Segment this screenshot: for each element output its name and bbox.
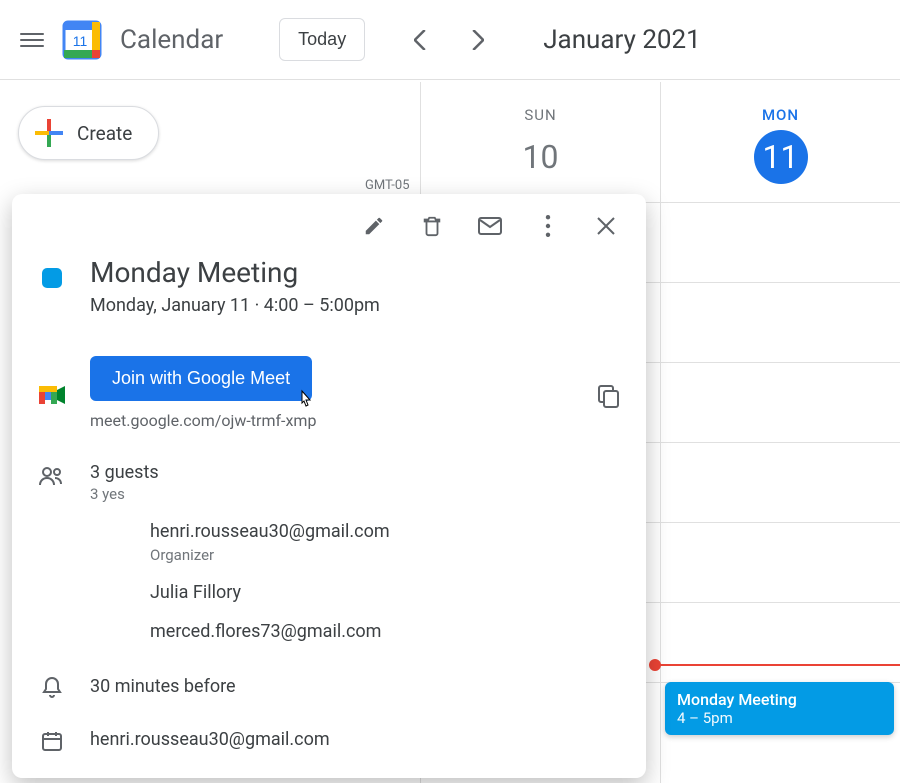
pointer-cursor-icon: [296, 389, 316, 411]
create-button-label: Create: [77, 122, 132, 145]
guest-count: 3 guests: [90, 462, 620, 483]
meet-link-text: meet.google.com/ojw-trmf-xmp: [90, 411, 574, 430]
day-of-week: Sun: [421, 106, 660, 124]
event-title: Monday Meeting: [90, 256, 620, 289]
guest-role: Organizer: [150, 546, 620, 564]
today-button[interactable]: Today: [279, 18, 365, 61]
close-popup-button[interactable]: [592, 212, 620, 240]
guest-list: henri.rousseau30@gmail.com Organizer Jul…: [90, 521, 620, 642]
guests-icon: [38, 462, 66, 486]
day-header: Mon 11: [661, 82, 900, 184]
guest-item[interactable]: Julia Fillory: [150, 582, 620, 603]
app-header: 11 Calendar Today January 2021: [0, 0, 900, 80]
day-of-week: Mon: [661, 106, 900, 124]
day-column-mon[interactable]: Mon 11 Monday Meeting 4 – 5pm: [660, 82, 900, 783]
app-name: Calendar: [120, 25, 223, 55]
guest-yes-count: 3 yes: [90, 485, 620, 503]
join-meet-label: Join with Google Meet: [112, 368, 290, 388]
current-time-dot-icon: [649, 659, 661, 671]
google-meet-icon: [38, 380, 66, 406]
hamburger-menu-icon[interactable]: [20, 28, 44, 52]
calendar-icon: [38, 726, 66, 752]
event-title-row: Monday Meeting Monday, January 11 · 4:00…: [12, 250, 646, 322]
guest-item[interactable]: henri.rousseau30@gmail.com: [150, 521, 620, 542]
svg-text:11: 11: [73, 33, 88, 49]
join-meet-button[interactable]: Join with Google Meet: [90, 356, 312, 401]
calendar-owner: henri.rousseau30@gmail.com: [90, 729, 620, 750]
event-datetime: Monday, January 11 · 4:00 – 5:00pm: [90, 295, 620, 316]
reminder-text: 30 minutes before: [90, 676, 620, 697]
guests-row: 3 guests 3 yes henri.rousseau30@gmail.co…: [12, 456, 646, 652]
event-color-swatch: [42, 268, 62, 288]
email-guests-button[interactable]: [476, 212, 504, 240]
event-chip-title: Monday Meeting: [677, 690, 882, 709]
day-header: Sun 10: [421, 82, 660, 184]
calendar-logo-icon: 11: [60, 18, 104, 62]
timezone-label: GMT-05: [365, 178, 410, 193]
current-date-range: January 2021: [543, 25, 701, 55]
delete-event-button[interactable]: [418, 212, 446, 240]
current-time-indicator: [655, 664, 900, 666]
event-chip-time: 4 – 5pm: [677, 709, 882, 727]
bell-icon: [38, 672, 66, 700]
event-details-popup: Monday Meeting Monday, January 11 · 4:00…: [12, 194, 646, 778]
date-number[interactable]: 10: [514, 130, 568, 184]
create-event-button[interactable]: Create: [18, 106, 159, 160]
popup-toolbar: [12, 194, 646, 250]
calendar-owner-row: henri.rousseau30@gmail.com: [12, 720, 646, 758]
date-number[interactable]: 11: [754, 130, 808, 184]
next-period-button[interactable]: [457, 20, 497, 60]
more-options-button[interactable]: [534, 212, 562, 240]
reminder-row: 30 minutes before: [12, 666, 646, 706]
guest-item[interactable]: merced.flores73@gmail.com: [150, 621, 620, 642]
plus-icon: [35, 119, 63, 147]
event-chip[interactable]: Monday Meeting 4 – 5pm: [665, 682, 894, 735]
prev-period-button[interactable]: [401, 20, 441, 60]
copy-link-button[interactable]: [598, 377, 620, 409]
edit-event-button[interactable]: [360, 212, 388, 240]
meet-row: Join with Google Meet meet.google.com/oj…: [12, 350, 646, 436]
